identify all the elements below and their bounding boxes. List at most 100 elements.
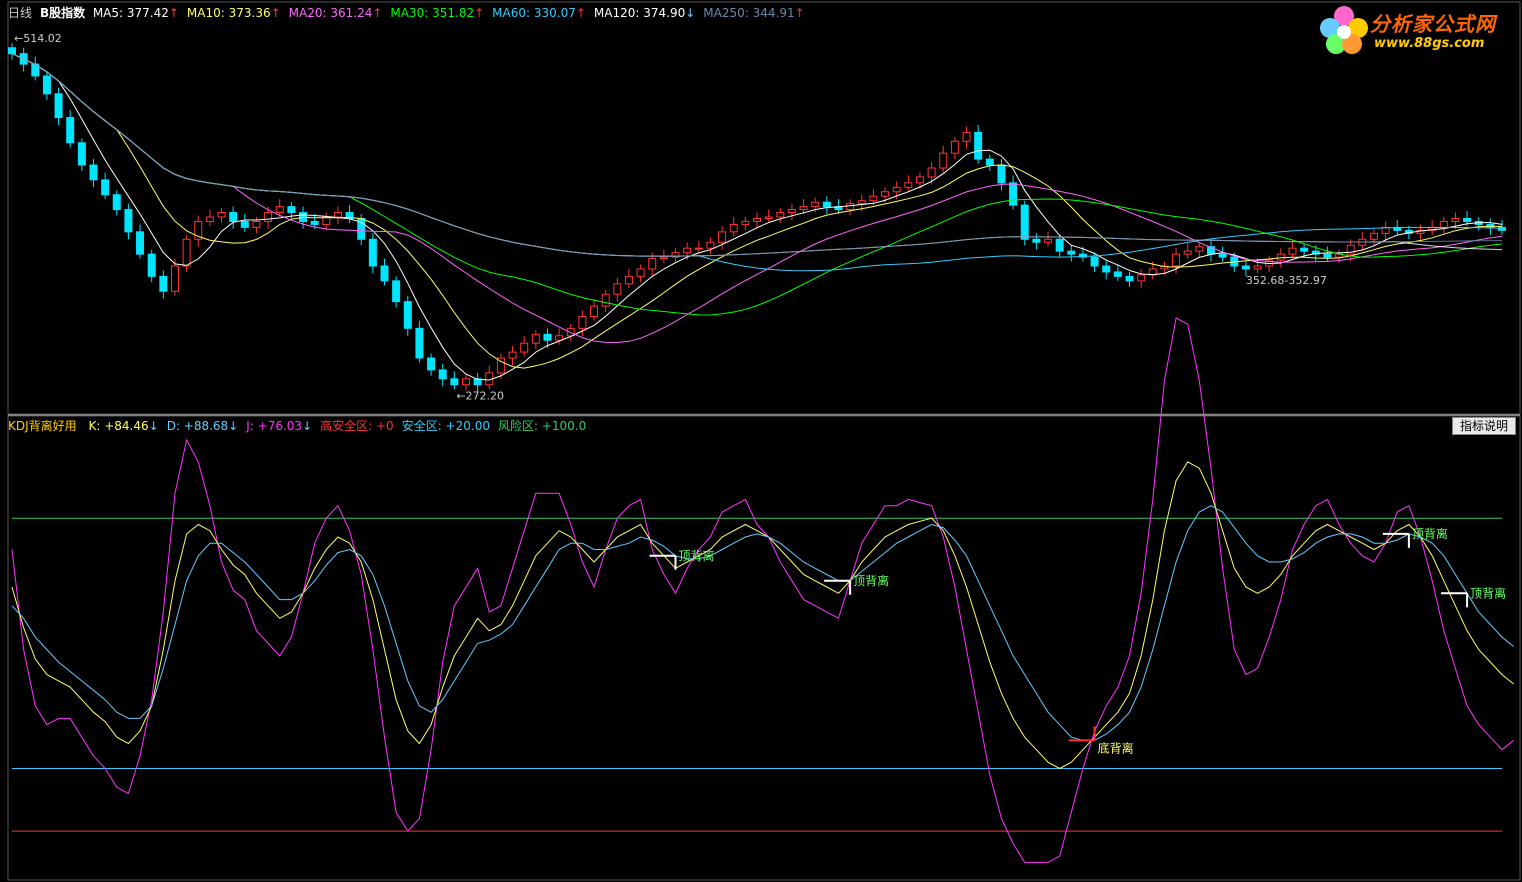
candle-body	[1323, 253, 1332, 258]
candle-body	[543, 333, 552, 341]
candle-body	[1439, 220, 1448, 228]
candle-body	[601, 293, 610, 307]
candle-body	[450, 378, 459, 386]
candle-body	[427, 357, 436, 371]
candle-body	[531, 333, 540, 344]
ma20-line	[11, 53, 1503, 344]
kdj-arrow-icon: ↓	[148, 419, 159, 433]
candle-body	[1032, 238, 1041, 243]
candle-body	[147, 253, 156, 277]
ma-arrow-icon: ↑	[270, 6, 281, 20]
candle-body	[101, 179, 110, 196]
candle-body	[1113, 271, 1122, 277]
ma-arrow-icon: ↑	[168, 6, 179, 20]
ma-legend: MA5: 377.42↑ MA10: 373.36↑ MA20: 361.24↑ MA…	[93, 6, 813, 20]
kdj-legend-item: J: +76.03↓	[246, 419, 313, 433]
candle-body	[694, 247, 703, 250]
candle-body	[869, 195, 878, 202]
candle-body	[741, 220, 750, 225]
candle-body	[438, 369, 447, 380]
candle-body	[776, 212, 785, 218]
candle-body	[892, 186, 901, 193]
candle-body	[590, 305, 599, 317]
site-logo: 分析家公式网 www.88gs.com	[1316, 2, 1516, 56]
ma-legend-item: MA60: 330.07↑	[492, 6, 586, 20]
indicator-explain-button[interactable]: 指标说明	[1452, 417, 1516, 435]
candle-body	[392, 280, 401, 303]
index-name: B股指数	[40, 6, 86, 20]
ma-legend-item: MA10: 373.36↑	[186, 6, 281, 20]
candle-body	[1020, 204, 1029, 240]
candle-body	[461, 378, 470, 386]
candle-body	[1172, 253, 1181, 267]
flower-icon	[1320, 6, 1368, 54]
candle-body	[962, 131, 971, 142]
ma60-line	[11, 53, 1503, 272]
price-panel-border	[7, 1, 1521, 415]
ma-arrow-icon: ↓	[685, 6, 696, 20]
candle-body	[1253, 265, 1262, 270]
logo-title: 分析家公式网	[1370, 12, 1496, 36]
candle-body	[659, 256, 668, 260]
candle-body	[415, 327, 424, 359]
kdj-legend-item: 高安全区: +0	[320, 419, 394, 433]
candle-body	[1369, 232, 1378, 240]
candle-body	[915, 176, 924, 184]
candle-body	[89, 164, 98, 181]
candle-body	[403, 301, 412, 329]
candle-body	[520, 342, 529, 353]
kdj-title: KDJ背离好用	[8, 419, 77, 433]
ma-arrow-icon: ↑	[372, 6, 383, 20]
candle-body	[1241, 265, 1250, 270]
candle-body	[77, 142, 86, 166]
ma-legend-item: MA20: 361.24↑	[288, 6, 383, 20]
kdj-legend-item: D: +88.68↓	[166, 419, 239, 433]
candle-body	[881, 191, 890, 197]
kdj-legend-item: K: +84.46↓	[88, 419, 159, 433]
candle-body	[974, 131, 983, 160]
ma-arrow-icon: ↑	[474, 6, 485, 20]
candle-body	[124, 209, 133, 233]
candle-body	[42, 75, 51, 95]
candle-body	[1195, 246, 1204, 252]
candle-body	[275, 206, 284, 214]
candle-body	[555, 335, 564, 341]
candle-body	[706, 241, 715, 249]
kdj-arrow-icon: ↓	[302, 419, 313, 433]
candle-body	[846, 203, 855, 211]
candle-body	[1055, 238, 1064, 252]
candle-body	[287, 206, 296, 214]
candle-body	[648, 258, 657, 270]
ma-legend-item: MA120: 374.90↓	[593, 6, 696, 20]
ma-legend-item: MA5: 377.42↑	[92, 6, 179, 20]
candle-body	[683, 247, 692, 254]
candle-body	[624, 275, 633, 285]
candle-body	[927, 167, 936, 178]
kdj-panel-border	[7, 415, 1521, 881]
divergence-label: 顶背离	[679, 548, 715, 563]
candle-body	[368, 238, 377, 267]
divergence-label: 顶背离	[1412, 526, 1448, 541]
candle-body	[1463, 217, 1472, 222]
candle-body	[904, 182, 913, 188]
kdj-legend: K: +84.46↓ D: +88.68↓ J: +76.03↓ 高安全区: +0 安全…	[88, 419, 594, 433]
candle-body	[939, 152, 948, 169]
divergence-label: 顶背离	[853, 573, 889, 588]
kdj-legend-item: 安全区: +20.00	[401, 419, 490, 433]
candle-body	[310, 220, 319, 225]
ma-arrow-icon: ↑	[794, 6, 805, 20]
candle-body	[229, 212, 238, 222]
high-price-label: ←514.02	[14, 32, 62, 45]
candle-body	[1451, 217, 1460, 222]
candle-body	[1300, 247, 1309, 252]
candle-body	[799, 206, 808, 211]
candle-body	[1102, 265, 1111, 273]
candle-body	[1009, 182, 1018, 206]
logo-url: www.88gs.com	[1374, 36, 1485, 51]
candle-body	[566, 327, 575, 337]
candle-body	[217, 212, 226, 218]
candle-body	[380, 265, 389, 282]
price-header: 日线 B股指数 MA5: 377.42↑ MA10: 373.36↑ MA20: 36…	[8, 6, 821, 20]
ma-legend-item: MA250: 344.91↑	[703, 6, 805, 20]
candle-body	[112, 194, 121, 211]
